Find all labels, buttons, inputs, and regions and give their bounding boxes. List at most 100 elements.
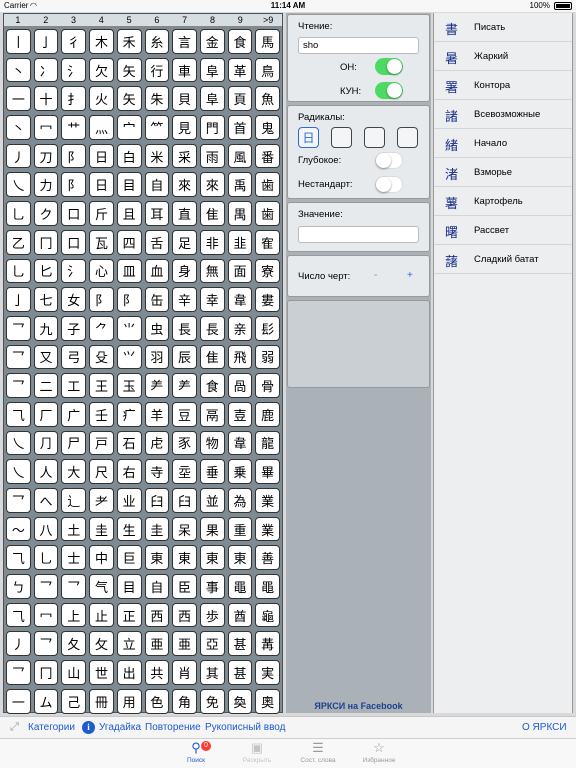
radical-cell[interactable]: 士 [61,545,87,571]
radical-cell[interactable]: 歯 [255,201,280,226]
radical-cell[interactable]: へ [33,488,59,513]
radical-cell[interactable]: 亅 [6,287,31,312]
radical-cell[interactable]: 奧 [255,688,280,714]
radical-cell[interactable]: 頁 [227,86,253,112]
radical-cell[interactable]: 隹 [199,201,225,226]
radical-cell[interactable]: 見 [172,115,197,140]
result-item[interactable]: 書 Писать [434,13,572,42]
radical-cell[interactable]: 貝 [172,86,197,112]
result-item[interactable]: 薯 Картофель [434,187,572,216]
radical-cell[interactable]: 冖 [33,115,59,140]
radical-cell[interactable]: 東 [144,545,170,571]
radical-cell[interactable]: 自 [144,574,170,599]
radical-cell[interactable]: 日 [89,143,114,169]
radical-cell[interactable]: 果 [199,516,225,542]
radical-cell[interactable]: 韋 [227,287,253,312]
radical-cell[interactable]: 乀 [6,459,31,484]
radical-cell[interactable]: 艹 [61,115,87,140]
radical-cell[interactable]: 鳥 [255,57,280,83]
radical-cell[interactable]: 土 [61,516,87,542]
radical-cell[interactable]: 壴 [227,401,253,427]
radical-cell[interactable]: 革 [227,57,253,83]
strokes-plus-button[interactable]: + [407,270,413,281]
radical-cell[interactable]: 冂 [33,660,59,685]
radical-cell[interactable]: 色 [144,688,170,714]
radical-cell[interactable]: 八 [33,516,59,542]
radical-cell[interactable]: 禺 [227,201,253,226]
radical-cell[interactable]: ⺹ [89,488,114,513]
radical-cell[interactable]: 畢 [255,459,280,484]
radical-cell[interactable]: 广 [61,401,87,427]
radical-cell[interactable]: 女 [61,287,87,312]
radical-cell[interactable]: 禹 [227,172,253,198]
radical-cell[interactable]: 出 [116,660,142,685]
radical-cell[interactable]: 物 [199,430,225,456]
radical-cell[interactable]: 乗 [227,459,253,484]
radical-cell[interactable]: 事 [199,574,225,599]
radical-cell[interactable]: 面 [227,258,253,284]
radical-cell[interactable]: ⺄ [6,602,31,628]
radical-cell[interactable]: 正 [116,602,142,628]
radical-cell[interactable]: 血 [144,258,170,284]
radical-cell[interactable]: 共 [144,660,170,685]
repeat-button[interactable]: Повторение [145,722,201,733]
nonstandard-toggle[interactable] [375,176,403,193]
radical-cell[interactable]: 羊 [144,401,170,427]
radical-cell[interactable]: 乀 [6,172,31,198]
radical-cell[interactable]: 米 [144,143,170,169]
radical-cell[interactable]: 乛 [6,315,31,341]
radical-cell[interactable]: 西 [172,602,197,628]
radical-cell[interactable]: 辶 [61,488,87,513]
radical-cell[interactable]: 辰 [172,344,197,370]
radical-cell[interactable]: 無 [199,258,225,284]
radical-cell[interactable]: 酋 [227,602,253,628]
radical-cell[interactable]: 歩 [199,602,225,628]
deep-toggle[interactable] [375,152,403,169]
radical-cell[interactable]: 身 [172,258,197,284]
radical-cell[interactable]: 行 [144,57,170,83]
radical-cell[interactable]: 夂 [61,631,87,657]
radical-cell[interactable]: 韭 [227,229,253,255]
radical-cell[interactable]: 黽 [227,574,253,599]
radical-cell[interactable]: 金 [199,29,225,54]
radical-cell[interactable]: 豕 [172,430,197,456]
tab-search[interactable]: ⚲ 0 Поиск [166,739,226,768]
result-item[interactable]: 曙 Рассвет [434,216,572,245]
radical-cell[interactable]: 業 [255,488,280,513]
radical-cell[interactable]: 足 [172,229,197,255]
radical-cell[interactable]: 寺 [144,459,170,484]
radical-slot-3[interactable] [364,127,385,148]
radical-cell[interactable]: 舌 [144,229,170,255]
radical-cell[interactable]: 龜 [255,602,280,628]
radical-cell[interactable]: 隺 [255,229,280,255]
radical-cell[interactable]: ⺄ [6,401,31,427]
radical-cell[interactable]: 黽 [255,574,280,599]
radical-cell[interactable]: 王 [89,373,114,398]
radical-slot-1[interactable]: 日 [298,127,319,148]
radical-cell[interactable]: 咼 [227,373,253,398]
expand-icon[interactable]: ⤢ [10,721,19,734]
radical-cell[interactable]: 尸 [61,430,87,456]
radical-cell[interactable]: 坖 [172,459,197,484]
radical-cell[interactable]: ⺈ [89,315,114,341]
radical-cell[interactable]: 実 [255,660,280,685]
result-item[interactable]: 渚 Взморье [434,158,572,187]
radical-cell[interactable]: ⻖ [89,287,114,312]
radical-cell[interactable]: 為 [227,488,253,513]
radical-cell[interactable]: ⺆ [33,430,59,456]
radical-cell[interactable]: 歯 [255,172,280,198]
radical-cell[interactable]: 丶 [6,115,31,140]
radical-cell[interactable]: 丶 [6,57,31,83]
radical-cell[interactable]: ㄅ [6,574,31,599]
radical-cell[interactable]: 阜 [199,86,225,112]
radical-cell[interactable]: 上 [61,602,87,628]
radical-cell[interactable]: 中 [89,545,114,571]
radical-cell[interactable]: 业 [116,488,142,513]
radical-cell[interactable]: ⺶ [144,373,170,398]
radical-cell[interactable]: 口 [61,229,87,255]
radical-cell[interactable]: 奐 [227,688,253,714]
radical-cell[interactable]: 弓 [61,344,87,370]
radical-cell[interactable]: 非 [199,229,225,255]
on-toggle[interactable] [375,58,403,75]
radical-cell[interactable]: ⻖ [116,287,142,312]
